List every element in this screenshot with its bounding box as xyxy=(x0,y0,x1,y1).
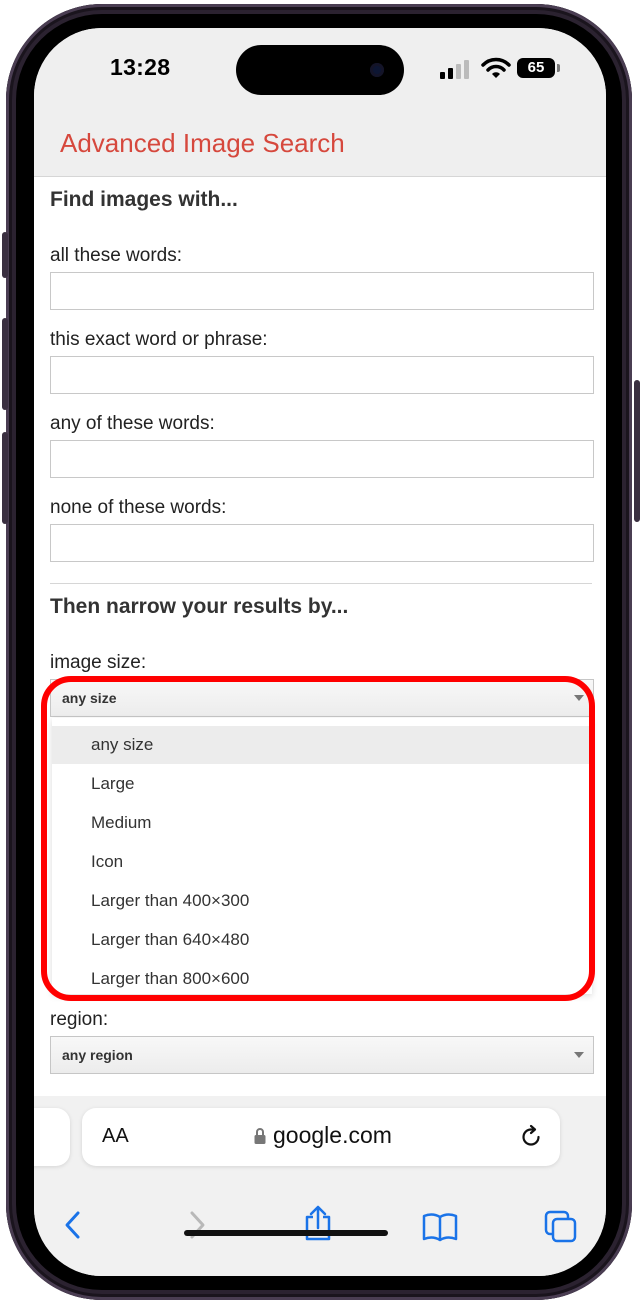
battery-icon xyxy=(557,64,560,72)
chevron-left-icon[interactable] xyxy=(62,1210,84,1240)
volume-down-button xyxy=(2,432,8,524)
chevron-down-icon xyxy=(574,1052,584,1058)
region-label: region: xyxy=(50,1009,109,1030)
section-heading-narrow: Then narrow your results by... xyxy=(50,595,349,618)
lock-icon xyxy=(254,1128,266,1144)
status-bar: 13:28 65 xyxy=(34,28,606,118)
section-divider xyxy=(50,583,592,584)
exact-phrase-label: this exact word or phrase: xyxy=(50,329,268,350)
image-size-label: image size: xyxy=(50,652,147,673)
aa-label: AA xyxy=(102,1125,129,1147)
screen: 13:28 65 Advanced Image Search Find imag… xyxy=(34,28,606,1276)
page-header: Advanced Image Search xyxy=(34,118,606,177)
address-bar[interactable]: AA google.com xyxy=(82,1108,560,1166)
none-words-label: none of these words: xyxy=(50,497,227,518)
reload-icon[interactable] xyxy=(518,1124,544,1150)
all-words-label: all these words: xyxy=(50,245,183,266)
page-settings-button[interactable]: AA xyxy=(102,1125,129,1148)
power-button xyxy=(634,380,640,522)
camera-icon xyxy=(370,63,384,77)
previous-tab-card[interactable] xyxy=(34,1108,70,1166)
battery-level: 65 xyxy=(517,58,555,78)
wifi-icon xyxy=(481,57,511,78)
section-heading-find: Find images with... xyxy=(50,188,238,211)
book-icon[interactable] xyxy=(422,1212,458,1242)
highlight-annotation xyxy=(41,676,595,1001)
any-words-input[interactable] xyxy=(50,440,594,478)
any-words-label: any of these words: xyxy=(50,413,215,434)
region-selected: any region xyxy=(62,1047,133,1063)
page-title: Advanced Image Search xyxy=(60,128,345,158)
region-select[interactable]: any region xyxy=(50,1036,594,1074)
url-text: google.com xyxy=(273,1122,392,1148)
home-indicator xyxy=(184,1230,388,1236)
none-words-input[interactable] xyxy=(50,524,594,562)
safari-bottom-bar: AA google.com xyxy=(34,1096,606,1276)
exact-phrase-input[interactable] xyxy=(50,356,594,394)
dynamic-island xyxy=(236,45,404,95)
share-icon[interactable] xyxy=(302,1204,334,1242)
status-time: 13:28 xyxy=(110,54,171,80)
action-button xyxy=(2,232,8,278)
cellular-signal-icon xyxy=(440,59,472,79)
tabs-icon[interactable] xyxy=(544,1210,578,1244)
volume-up-button xyxy=(2,318,8,410)
all-words-input[interactable] xyxy=(50,272,594,310)
